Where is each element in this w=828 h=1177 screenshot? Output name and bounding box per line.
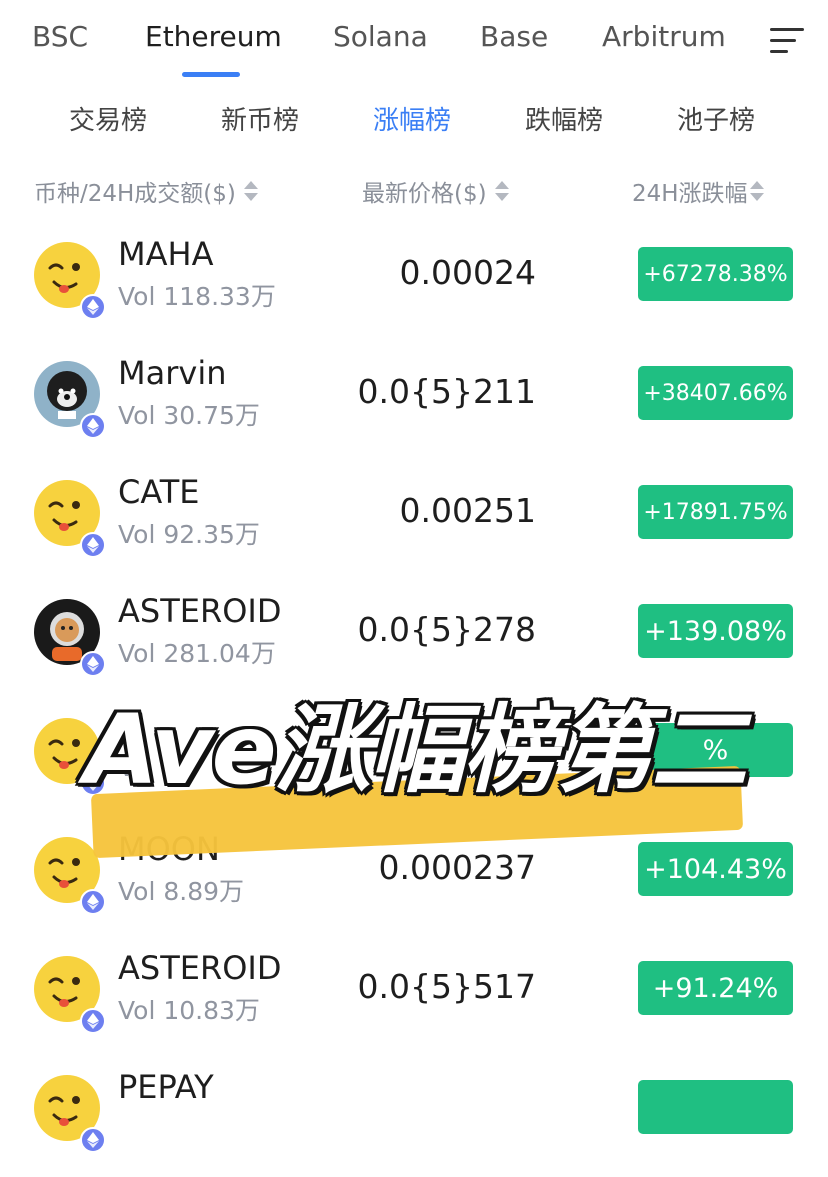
tab-solana[interactable]: Solana xyxy=(333,20,428,53)
change-badge: +17891.75% xyxy=(638,485,793,539)
token-volume: Vol 8.89万 xyxy=(118,877,245,906)
tab-new-coins[interactable]: 新币榜 xyxy=(221,100,299,137)
token-row[interactable]: PEPAY xyxy=(0,1058,828,1177)
tab-base[interactable]: Base xyxy=(480,20,548,53)
tab-trading[interactable]: 交易榜 xyxy=(69,100,147,137)
ethereum-chain-icon xyxy=(80,294,106,320)
chain-tab-bar: BSC Ethereum Solana Base Arbitrum xyxy=(0,0,828,80)
token-name: PEPAY xyxy=(118,1068,214,1106)
ethereum-chain-icon xyxy=(80,413,106,439)
header-price-label: 最新价格($) xyxy=(362,181,487,207)
token-name: ASTEROID xyxy=(118,949,282,987)
ethereum-chain-icon xyxy=(80,889,106,915)
token-price: 0.0{5}517 xyxy=(357,967,536,1006)
token-name: CATE xyxy=(118,473,200,511)
header-token-label: 币种/24H成交额($) xyxy=(34,181,236,207)
token-volume: Vol 10.83万 xyxy=(118,996,260,1025)
change-badge xyxy=(638,1080,793,1134)
overlay-banner-text: Ave涨幅榜第二 xyxy=(84,694,747,806)
sort-icon xyxy=(243,180,258,202)
ethereum-chain-icon xyxy=(80,1008,106,1034)
header-price[interactable]: 最新价格($) xyxy=(362,174,509,208)
token-price: 0.00251 xyxy=(399,491,536,530)
tab-pools[interactable]: 池子榜 xyxy=(677,100,755,137)
header-change[interactable]: 24H涨跌幅 xyxy=(632,174,764,208)
tab-losers[interactable]: 跌幅榜 xyxy=(525,100,603,137)
filter-menu-icon[interactable] xyxy=(770,28,806,54)
sort-icon xyxy=(749,180,764,202)
token-volume: Vol 92.35万 xyxy=(118,520,260,549)
tab-gainers[interactable]: 涨幅榜 xyxy=(373,100,451,137)
token-volume: Vol 281.04万 xyxy=(118,639,276,668)
token-price: 0.000237 xyxy=(378,848,536,887)
tab-bsc[interactable]: BSC xyxy=(32,20,88,53)
token-name: ASTEROID xyxy=(118,592,282,630)
token-row[interactable]: MAHA Vol 118.33万 0.00024 +67278.38% xyxy=(0,225,828,344)
change-badge: +139.08% xyxy=(638,604,793,658)
active-tab-indicator xyxy=(182,72,240,77)
token-row[interactable]: CATE Vol 92.35万 0.00251 +17891.75% xyxy=(0,463,828,582)
ethereum-chain-icon xyxy=(80,1127,106,1153)
token-volume: Vol 118.33万 xyxy=(118,282,276,311)
change-badge: +91.24% xyxy=(638,961,793,1015)
token-price: 0.0{5}211 xyxy=(357,372,536,411)
token-name: MAHA xyxy=(118,235,214,273)
ethereum-chain-icon xyxy=(80,532,106,558)
token-name: Marvin xyxy=(118,354,227,392)
change-badge: +67278.38% xyxy=(638,247,793,301)
token-volume: Vol 30.75万 xyxy=(118,401,260,430)
change-badge: +38407.66% xyxy=(638,366,793,420)
header-change-label: 24H涨跌幅 xyxy=(632,181,748,207)
header-token-volume[interactable]: 币种/24H成交额($) xyxy=(34,174,258,208)
token-row[interactable]: Marvin Vol 30.75万 0.0{5}211 +38407.66% xyxy=(0,344,828,463)
token-row[interactable]: ASTEROID Vol 10.83万 0.0{5}517 +91.24% xyxy=(0,939,828,1058)
change-badge: +104.43% xyxy=(638,842,793,896)
token-price: 0.00024 xyxy=(399,253,536,292)
tab-ethereum[interactable]: Ethereum xyxy=(145,20,282,53)
token-price: 0.0{5}278 xyxy=(357,610,536,649)
sort-icon xyxy=(494,180,509,202)
tab-arbitrum[interactable]: Arbitrum xyxy=(602,20,726,53)
